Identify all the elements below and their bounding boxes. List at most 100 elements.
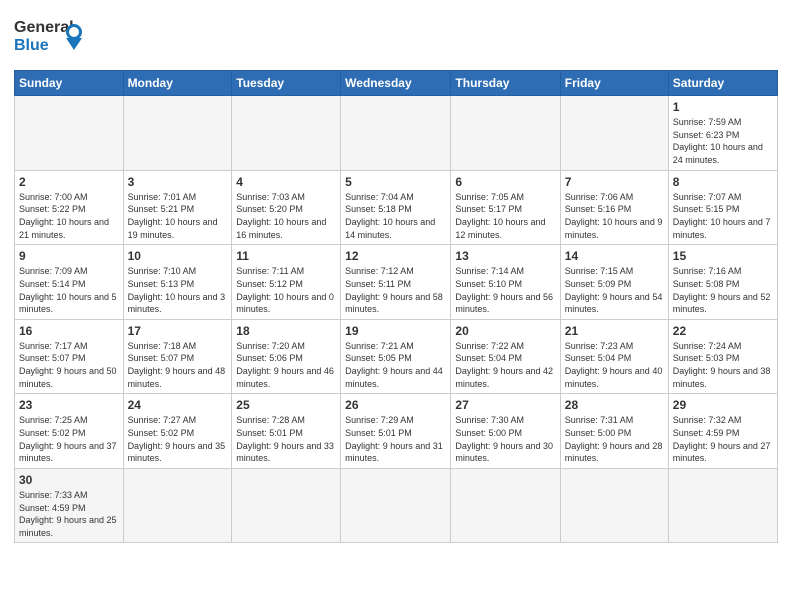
calendar-cell: 24Sunrise: 7:27 AMSunset: 5:02 PMDayligh…: [123, 394, 232, 469]
week-row-2: 2Sunrise: 7:00 AMSunset: 5:22 PMDaylight…: [15, 170, 778, 245]
day-number: 19: [345, 323, 446, 339]
day-info: Sunrise: 7:04 AMSunset: 5:18 PMDaylight:…: [345, 191, 446, 241]
svg-text:General: General: [14, 19, 74, 36]
weekday-header-row: SundayMondayTuesdayWednesdayThursdayFrid…: [15, 71, 778, 96]
day-info: Sunrise: 7:05 AMSunset: 5:17 PMDaylight:…: [455, 191, 555, 241]
day-info: Sunrise: 7:06 AMSunset: 5:16 PMDaylight:…: [565, 191, 664, 241]
day-number: 13: [455, 248, 555, 264]
day-info: Sunrise: 7:30 AMSunset: 5:00 PMDaylight:…: [455, 414, 555, 464]
weekday-header-friday: Friday: [560, 71, 668, 96]
day-number: 6: [455, 174, 555, 190]
calendar-cell: [123, 96, 232, 171]
day-info: Sunrise: 7:27 AMSunset: 5:02 PMDaylight:…: [128, 414, 228, 464]
calendar-cell: 30Sunrise: 7:33 AMSunset: 4:59 PMDayligh…: [15, 468, 124, 543]
calendar-cell: 14Sunrise: 7:15 AMSunset: 5:09 PMDayligh…: [560, 245, 668, 320]
day-number: 18: [236, 323, 336, 339]
calendar-cell: 10Sunrise: 7:10 AMSunset: 5:13 PMDayligh…: [123, 245, 232, 320]
week-row-3: 9Sunrise: 7:09 AMSunset: 5:14 PMDaylight…: [15, 245, 778, 320]
week-row-6: 30Sunrise: 7:33 AMSunset: 4:59 PMDayligh…: [15, 468, 778, 543]
day-info: Sunrise: 7:21 AMSunset: 5:05 PMDaylight:…: [345, 340, 446, 390]
day-number: 3: [128, 174, 228, 190]
calendar-cell: 29Sunrise: 7:32 AMSunset: 4:59 PMDayligh…: [668, 394, 777, 469]
day-number: 24: [128, 397, 228, 413]
calendar-cell: [232, 96, 341, 171]
calendar-cell: 18Sunrise: 7:20 AMSunset: 5:06 PMDayligh…: [232, 319, 341, 394]
calendar-cell: 28Sunrise: 7:31 AMSunset: 5:00 PMDayligh…: [560, 394, 668, 469]
day-number: 23: [19, 397, 119, 413]
day-number: 4: [236, 174, 336, 190]
calendar-cell: 20Sunrise: 7:22 AMSunset: 5:04 PMDayligh…: [451, 319, 560, 394]
calendar-cell: 6Sunrise: 7:05 AMSunset: 5:17 PMDaylight…: [451, 170, 560, 245]
day-info: Sunrise: 7:12 AMSunset: 5:11 PMDaylight:…: [345, 265, 446, 315]
day-number: 28: [565, 397, 664, 413]
day-info: Sunrise: 7:03 AMSunset: 5:20 PMDaylight:…: [236, 191, 336, 241]
calendar-cell: 22Sunrise: 7:24 AMSunset: 5:03 PMDayligh…: [668, 319, 777, 394]
weekday-header-wednesday: Wednesday: [341, 71, 451, 96]
day-info: Sunrise: 7:29 AMSunset: 5:01 PMDaylight:…: [345, 414, 446, 464]
day-number: 25: [236, 397, 336, 413]
calendar-cell: 17Sunrise: 7:18 AMSunset: 5:07 PMDayligh…: [123, 319, 232, 394]
day-info: Sunrise: 7:23 AMSunset: 5:04 PMDaylight:…: [565, 340, 664, 390]
day-info: Sunrise: 7:16 AMSunset: 5:08 PMDaylight:…: [673, 265, 773, 315]
day-number: 17: [128, 323, 228, 339]
calendar-cell: 27Sunrise: 7:30 AMSunset: 5:00 PMDayligh…: [451, 394, 560, 469]
day-number: 14: [565, 248, 664, 264]
weekday-header-thursday: Thursday: [451, 71, 560, 96]
weekday-header-tuesday: Tuesday: [232, 71, 341, 96]
day-number: 16: [19, 323, 119, 339]
day-info: Sunrise: 7:01 AMSunset: 5:21 PMDaylight:…: [128, 191, 228, 241]
day-info: Sunrise: 7:00 AMSunset: 5:22 PMDaylight:…: [19, 191, 119, 241]
calendar-cell: 13Sunrise: 7:14 AMSunset: 5:10 PMDayligh…: [451, 245, 560, 320]
day-info: Sunrise: 7:09 AMSunset: 5:14 PMDaylight:…: [19, 265, 119, 315]
calendar-cell: 3Sunrise: 7:01 AMSunset: 5:21 PMDaylight…: [123, 170, 232, 245]
day-number: 20: [455, 323, 555, 339]
calendar-cell: [668, 468, 777, 543]
weekday-header-sunday: Sunday: [15, 71, 124, 96]
day-number: 5: [345, 174, 446, 190]
day-info: Sunrise: 7:14 AMSunset: 5:10 PMDaylight:…: [455, 265, 555, 315]
calendar-cell: 19Sunrise: 7:21 AMSunset: 5:05 PMDayligh…: [341, 319, 451, 394]
calendar: SundayMondayTuesdayWednesdayThursdayFrid…: [14, 70, 778, 543]
calendar-cell: 9Sunrise: 7:09 AMSunset: 5:14 PMDaylight…: [15, 245, 124, 320]
calendar-cell: 2Sunrise: 7:00 AMSunset: 5:22 PMDaylight…: [15, 170, 124, 245]
calendar-cell: [560, 468, 668, 543]
day-info: Sunrise: 7:24 AMSunset: 5:03 PMDaylight:…: [673, 340, 773, 390]
calendar-cell: [341, 96, 451, 171]
calendar-cell: 25Sunrise: 7:28 AMSunset: 5:01 PMDayligh…: [232, 394, 341, 469]
day-info: Sunrise: 7:31 AMSunset: 5:00 PMDaylight:…: [565, 414, 664, 464]
calendar-cell: 16Sunrise: 7:17 AMSunset: 5:07 PMDayligh…: [15, 319, 124, 394]
calendar-cell: 26Sunrise: 7:29 AMSunset: 5:01 PMDayligh…: [341, 394, 451, 469]
day-info: Sunrise: 7:28 AMSunset: 5:01 PMDaylight:…: [236, 414, 336, 464]
day-info: Sunrise: 7:07 AMSunset: 5:15 PMDaylight:…: [673, 191, 773, 241]
day-number: 1: [673, 99, 773, 115]
calendar-cell: 7Sunrise: 7:06 AMSunset: 5:16 PMDaylight…: [560, 170, 668, 245]
day-info: Sunrise: 7:59 AMSunset: 6:23 PMDaylight:…: [673, 116, 773, 166]
calendar-cell: [15, 96, 124, 171]
day-info: Sunrise: 7:15 AMSunset: 5:09 PMDaylight:…: [565, 265, 664, 315]
day-info: Sunrise: 7:11 AMSunset: 5:12 PMDaylight:…: [236, 265, 336, 315]
header: General Blue: [14, 10, 778, 62]
logo: General Blue: [14, 10, 104, 62]
calendar-cell: [451, 468, 560, 543]
logo-svg: General Blue: [14, 10, 104, 62]
calendar-cell: [560, 96, 668, 171]
day-number: 30: [19, 472, 119, 488]
day-info: Sunrise: 7:22 AMSunset: 5:04 PMDaylight:…: [455, 340, 555, 390]
day-number: 22: [673, 323, 773, 339]
weekday-header-monday: Monday: [123, 71, 232, 96]
calendar-cell: [232, 468, 341, 543]
calendar-cell: 5Sunrise: 7:04 AMSunset: 5:18 PMDaylight…: [341, 170, 451, 245]
day-number: 2: [19, 174, 119, 190]
day-info: Sunrise: 7:25 AMSunset: 5:02 PMDaylight:…: [19, 414, 119, 464]
calendar-cell: 4Sunrise: 7:03 AMSunset: 5:20 PMDaylight…: [232, 170, 341, 245]
day-number: 12: [345, 248, 446, 264]
svg-text:Blue: Blue: [14, 37, 49, 54]
day-number: 10: [128, 248, 228, 264]
calendar-cell: 23Sunrise: 7:25 AMSunset: 5:02 PMDayligh…: [15, 394, 124, 469]
day-number: 27: [455, 397, 555, 413]
page-container: General Blue SundayMondayTuesdayWednesda…: [0, 0, 792, 549]
calendar-cell: [341, 468, 451, 543]
day-number: 9: [19, 248, 119, 264]
calendar-cell: [451, 96, 560, 171]
day-number: 26: [345, 397, 446, 413]
